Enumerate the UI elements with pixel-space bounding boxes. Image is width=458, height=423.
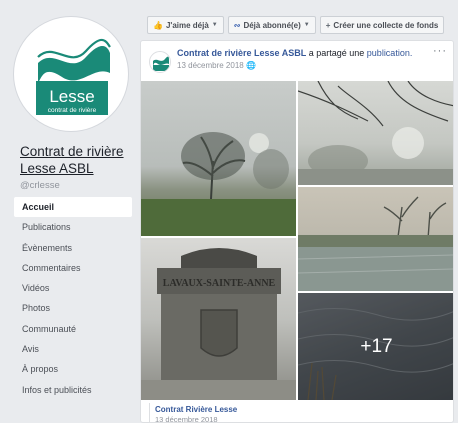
post-photo-2[interactable] — [298, 81, 453, 185]
follow-label: Déjà abonné(e) — [243, 20, 301, 30]
shared-post-date: 13 décembre 2018 — [155, 415, 218, 423]
page-action-bar: 👍 J'aime déjà ▼ ∾ Déjà abonné(e) ▼ + Cré… — [140, 14, 458, 36]
fundraiser-label: Créer une collecte de fonds — [333, 20, 439, 30]
like-button[interactable]: 👍 J'aime déjà ▼ — [147, 16, 224, 34]
misty-river-image — [298, 196, 453, 291]
misty-branches-image — [298, 81, 453, 185]
nav-item-avis[interactable]: Avis — [14, 339, 132, 359]
post-header: Contrat de rivière Lesse ASBL a partagé … — [149, 45, 447, 81]
create-fundraiser-button[interactable]: + Créer une collecte de fonds — [319, 16, 445, 34]
post-avatar[interactable] — [149, 51, 171, 73]
nav-item-commentaires[interactable]: Commentaires — [14, 258, 132, 278]
page-sidebar: Lesse contrat de rivière Contrat de rivi… — [0, 0, 137, 423]
nav-item-a-propos[interactable]: À propos — [14, 359, 132, 379]
shared-post-divider — [149, 403, 150, 422]
post-date-text: 13 décembre 2018 — [177, 61, 244, 70]
nav-item-accueil[interactable]: Accueil — [14, 197, 132, 218]
nav-item-photos[interactable]: Photos — [14, 298, 132, 318]
plus-icon: + — [325, 20, 331, 30]
post-action-text: a partagé une — [308, 48, 365, 58]
like-label: J'aime déjà — [165, 20, 209, 30]
stone-inscription: LAVAUX-SAINTE-ANNE — [163, 278, 276, 289]
more-photos-count[interactable]: +17 — [298, 293, 453, 400]
rss-icon: ∾ — [233, 20, 241, 30]
nav-item-infos-publicites[interactable]: Infos et publicités — [14, 380, 132, 400]
follow-button[interactable]: ∾ Déjà abonné(e) ▼ — [227, 16, 316, 34]
chevron-down-icon: ▼ — [303, 22, 310, 28]
page-nav: Accueil Publications Évènements Commenta… — [14, 197, 132, 400]
foggy-tree-image — [141, 132, 296, 236]
lesse-logo-small — [153, 56, 169, 71]
post-options-icon[interactable]: ··· — [433, 45, 447, 57]
nav-item-communaute[interactable]: Communauté — [14, 319, 132, 339]
post-photo-5[interactable]: +17 — [298, 293, 453, 400]
nav-item-videos[interactable]: Vidéos — [14, 278, 132, 298]
page-name[interactable]: Contrat de rivière Lesse ASBL — [20, 143, 140, 177]
logo-text: Lesse — [49, 87, 94, 106]
thumbs-up-icon: 👍 — [153, 20, 163, 30]
lesse-logo: Lesse contrat de rivière — [36, 38, 111, 115]
post-publication-link[interactable]: publication. — [367, 48, 413, 58]
nav-item-evenements[interactable]: Évènements — [14, 238, 132, 258]
globe-icon: 🌐 — [245, 61, 256, 70]
stone-monument-image: LAVAUX-SAINTE-ANNE — [141, 248, 296, 400]
post-photo-1[interactable] — [141, 81, 296, 236]
post-author-link[interactable]: Contrat de rivière Lesse ASBL — [177, 48, 306, 58]
nav-item-publications[interactable]: Publications — [14, 217, 132, 237]
post-timestamp[interactable]: 13 décembre 2018 🌐 — [177, 61, 256, 70]
page-handle: @crlesse — [20, 180, 60, 191]
post-card: Contrat de rivière Lesse ASBL a partagé … — [140, 40, 454, 423]
post-photo-4[interactable]: LAVAUX-SAINTE-ANNE — [141, 238, 296, 400]
page-profile-picture[interactable]: Lesse contrat de rivière — [13, 16, 129, 132]
chevron-down-icon: ▼ — [211, 22, 218, 28]
post-title: Contrat de rivière Lesse ASBL a partagé … — [177, 48, 432, 59]
post-photo-3[interactable] — [298, 187, 453, 291]
shared-post-author[interactable]: Contrat Rivière Lesse — [155, 405, 237, 414]
logo-subtext: contrat de rivière — [48, 107, 97, 114]
